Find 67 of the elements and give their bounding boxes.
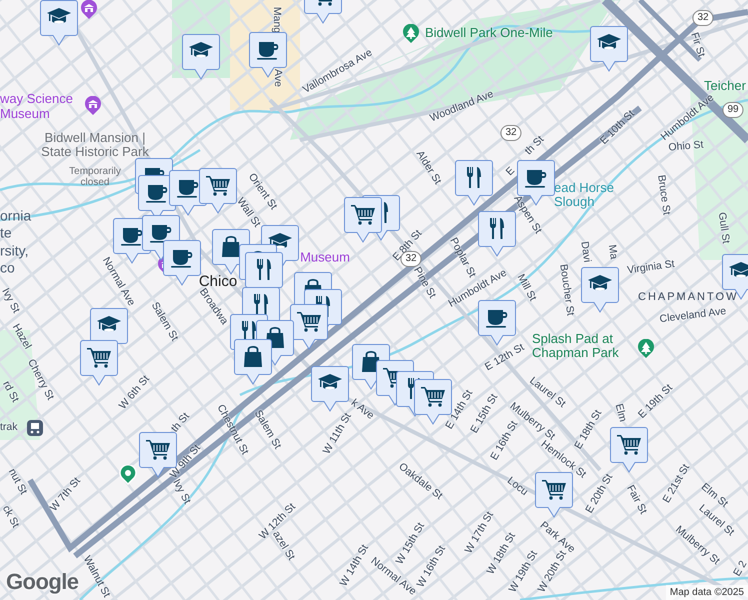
map-attribution: Map data ©2025 bbox=[666, 585, 748, 600]
map-marker[interactable] bbox=[182, 34, 220, 80]
street-label: Mill St bbox=[514, 272, 540, 304]
map-marker[interactable] bbox=[163, 240, 201, 286]
street-label: E 19th St bbox=[635, 381, 676, 423]
street-label: E 2 bbox=[730, 558, 748, 580]
route-shield: 32 bbox=[400, 251, 422, 267]
street-label: W 6th St bbox=[116, 372, 153, 414]
map-marker[interactable] bbox=[455, 160, 493, 206]
street-label: ck St bbox=[0, 503, 22, 531]
street-label: rd St bbox=[0, 378, 22, 406]
park-label: Teicher bbox=[704, 79, 746, 93]
street-label: Ivy St bbox=[169, 477, 194, 508]
museum-label: way Science Museum bbox=[0, 91, 74, 121]
map-marker[interactable] bbox=[80, 340, 118, 386]
map-marker[interactable] bbox=[311, 366, 349, 412]
museum-label: Museum bbox=[300, 250, 350, 264]
map-marker[interactable] bbox=[610, 427, 648, 473]
route-shield: 32 bbox=[500, 125, 522, 141]
train-icon bbox=[26, 419, 44, 439]
fork-and-knife-icon bbox=[488, 217, 506, 240]
water-label: ead Horse Slough bbox=[554, 181, 615, 209]
park-label: Splash Pad at Chapman Park bbox=[532, 332, 620, 360]
street-label: Bruce St bbox=[654, 174, 674, 216]
street-label: E 12th St bbox=[482, 340, 528, 376]
location-pin-icon bbox=[119, 465, 137, 485]
street-label: Ivy St bbox=[0, 286, 24, 316]
museum-icon bbox=[84, 96, 102, 116]
street-label: th St bbox=[168, 410, 193, 436]
street-label: nut St bbox=[5, 466, 30, 498]
street-label: Fir St bbox=[687, 30, 708, 60]
neighborhood-label: CHAPMANTOW bbox=[638, 290, 738, 305]
map-marker[interactable] bbox=[590, 26, 628, 72]
map-marker[interactable] bbox=[40, 0, 78, 46]
route-shield: 32 bbox=[692, 10, 714, 26]
google-logo: Google bbox=[6, 568, 78, 596]
fork-and-knife-icon bbox=[465, 166, 483, 189]
campus-label: rsity, bbox=[0, 244, 29, 258]
place-label: Bidwell Mansion | State Historic Park bbox=[40, 131, 150, 159]
street-label: th St bbox=[522, 132, 548, 160]
map-marker[interactable] bbox=[199, 168, 237, 214]
street-label: Ma bbox=[604, 244, 621, 260]
street-label: Boucher St bbox=[556, 263, 578, 317]
street-label: Ave bbox=[270, 69, 285, 87]
street-label: Virginia St bbox=[626, 256, 676, 278]
street-label: Gull St bbox=[714, 211, 733, 245]
street-label: Fair St bbox=[623, 482, 650, 518]
campus-label: te bbox=[0, 226, 12, 240]
street-label: E 10th St bbox=[597, 107, 638, 149]
street-label: trak bbox=[0, 420, 18, 436]
map-marker[interactable] bbox=[290, 304, 328, 350]
street-label: Davi bbox=[577, 240, 594, 264]
park-label: Bidwell Park One-Mile bbox=[425, 26, 553, 40]
street-label: W 7th St bbox=[47, 474, 84, 516]
map-marker[interactable] bbox=[581, 267, 619, 313]
street-label: Ohio St bbox=[668, 138, 704, 156]
street-label: Cleveland Ave bbox=[658, 304, 728, 328]
fork-and-knife-icon bbox=[255, 258, 273, 281]
campus-label: co bbox=[0, 260, 15, 276]
tree-icon bbox=[637, 339, 655, 359]
map-marker[interactable] bbox=[234, 339, 272, 385]
fork-and-knife-icon bbox=[252, 293, 270, 316]
map-marker[interactable] bbox=[535, 472, 573, 518]
street-label: E bbox=[502, 164, 518, 180]
street-label: Elm bbox=[612, 402, 630, 424]
map-marker[interactable] bbox=[478, 211, 516, 257]
tree-icon bbox=[402, 24, 420, 44]
